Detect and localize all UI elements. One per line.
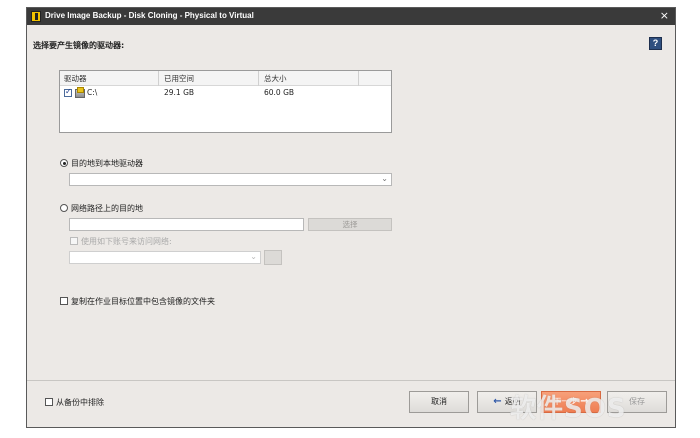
column-divider[interactable] [358,71,359,86]
network-path-input[interactable] [69,218,304,231]
use-account-label: 使用如下账号来访问网络: [81,237,172,246]
table-row[interactable]: C:\ 29.1 GB 60.0 GB [60,87,391,99]
chevron-down-icon[interactable]: ⌄ [250,252,257,261]
drive-letter: C:\ [87,88,98,97]
close-icon[interactable]: × [660,9,669,23]
help-icon[interactable]: ? [649,37,662,50]
browse-button[interactable]: 选择 [308,218,392,231]
local-destination-label: 目的地到本地驱动器 [71,159,143,168]
network-account-combo[interactable]: ⌄ [69,251,261,264]
exclude-from-backup-label: 从备份中排除 [56,398,104,407]
cancel-button-label: 取消 [431,397,447,406]
drive-table-header: 驱动器 已用空间 总大小 [60,71,391,86]
column-header-used[interactable]: 已用空间 [164,73,194,84]
chevron-down-icon[interactable]: ⌄ [381,174,388,183]
save-button-label: 保存 [629,397,645,406]
copy-folder-label: 复制在作业目标位置中包含镜像的文件夹 [71,297,215,306]
drive-checkbox[interactable] [64,87,72,97]
disk-cloning-window: Drive Image Backup - Disk Cloning - Phys… [26,7,676,428]
network-destination-label: 网络路径上的目的地 [71,204,143,213]
drive-table: 驱动器 已用空间 总大小 C:\ 29.1 GB 60.0 GB [59,70,392,133]
column-divider[interactable] [158,71,159,86]
column-header-drive[interactable]: 驱动器 [64,73,87,84]
cancel-button[interactable]: 取消 [409,391,469,413]
exclude-from-backup-checkbox[interactable] [45,398,53,406]
column-divider[interactable] [258,71,259,86]
title-bar: Drive Image Backup - Disk Cloning - Phys… [27,8,675,25]
copy-folder-checkbox[interactable] [60,297,68,305]
page-heading: 选择要产生镜像的驱动器: [33,41,125,50]
network-destination-radio[interactable] [60,204,68,212]
drive-used-space: 29.1 GB [164,88,195,97]
app-logo-icon [31,11,41,22]
window-title: Drive Image Backup - Disk Cloning - Phys… [45,11,254,20]
watermark-text: 软件SOS [510,394,627,424]
footer-divider [27,380,675,381]
arrow-left-icon: ← [493,396,502,407]
hard-drive-icon [75,87,85,98]
column-header-total[interactable]: 总大小 [264,73,287,84]
local-destination-combo[interactable]: ⌄ [69,173,392,186]
account-settings-button[interactable] [264,250,282,265]
drive-total-size: 60.0 GB [264,88,295,97]
use-account-checkbox[interactable] [70,237,78,245]
local-destination-radio[interactable] [60,159,68,167]
